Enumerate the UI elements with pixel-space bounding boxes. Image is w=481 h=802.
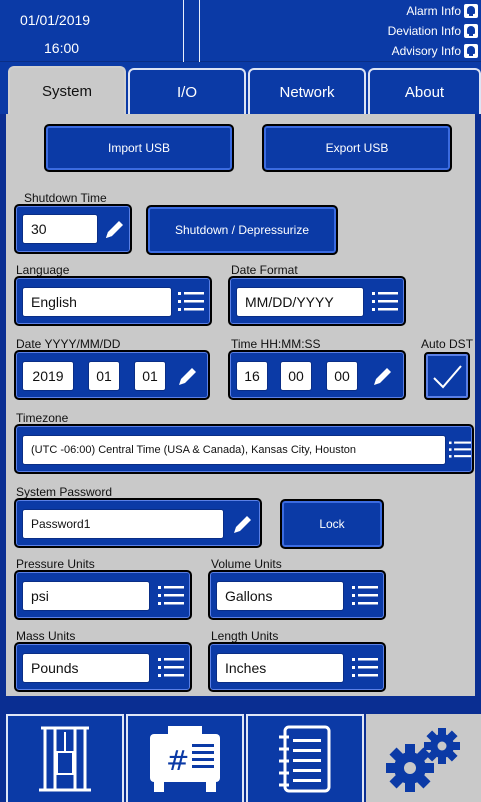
deviation-info-button[interactable]: Deviation Info <box>388 22 478 40</box>
list-menu-icon[interactable] <box>368 282 402 322</box>
date-format-label: Date Format <box>231 263 298 277</box>
language-field: English <box>14 276 212 326</box>
list-menu-icon[interactable] <box>348 576 382 616</box>
nav-notepad-button[interactable] <box>246 714 364 802</box>
list-menu-icon[interactable] <box>174 282 208 322</box>
volume-units-field: Gallons <box>208 570 386 620</box>
system-password-field: Password1 <box>14 498 262 548</box>
checkmark-icon <box>433 365 462 389</box>
alarm-info-label: Alarm Info <box>406 4 461 18</box>
language-select[interactable]: English <box>22 287 172 317</box>
alarm-info-button[interactable]: Alarm Info <box>406 2 478 20</box>
header-divider <box>186 0 200 62</box>
pencil-icon[interactable] <box>100 210 130 248</box>
auto-dst-checkbox[interactable] <box>424 352 470 400</box>
system-settings-panel: Import USB Export USB Shutdown Time 30 S… <box>6 114 475 696</box>
tab-system[interactable]: System <box>8 66 126 114</box>
language-label: Language <box>16 263 70 277</box>
volume-units-select[interactable]: Gallons <box>216 581 344 611</box>
time-label: Time HH:MM:SS <box>231 337 321 351</box>
nav-pump-button[interactable] <box>6 714 124 802</box>
timezone-select[interactable]: (UTC -06:00) Central Time (USA & Canada)… <box>22 435 446 465</box>
pencil-icon[interactable] <box>364 356 402 396</box>
advisory-info-label: Advisory Info <box>391 44 461 58</box>
timezone-label: Timezone <box>16 411 69 425</box>
shutdown-time-input[interactable]: 30 <box>22 214 98 244</box>
length-units-select[interactable]: Inches <box>216 653 344 683</box>
shutdown-time-field: 30 <box>14 204 132 254</box>
length-units-label: Length Units <box>211 629 279 643</box>
list-menu-icon[interactable] <box>348 648 382 688</box>
mass-units-label: Mass Units <box>16 629 76 643</box>
pressure-units-select[interactable]: psi <box>22 581 150 611</box>
datetime-panel: 01/01/2019 16:00 <box>6 0 184 62</box>
time-hour-input[interactable]: 16 <box>236 361 268 391</box>
date-label: Date YYYY/MM/DD <box>16 337 121 351</box>
volume-units-label: Volume Units <box>211 557 282 571</box>
list-menu-icon[interactable] <box>154 576 188 616</box>
bell-icon <box>464 4 478 18</box>
header-date: 01/01/2019 <box>20 12 91 28</box>
shutdown-time-label: Shutdown Time <box>24 191 107 205</box>
time-field: 16 00 00 <box>228 350 406 400</box>
svg-text:#: # <box>166 744 189 777</box>
date-field: 2019 01 01 <box>14 350 210 400</box>
nav-controller-button[interactable]: # <box>126 714 244 802</box>
notification-icon <box>464 44 478 58</box>
controller-icon: # <box>150 726 220 792</box>
deviation-info-label: Deviation Info <box>387 24 461 38</box>
date-day-input[interactable]: 01 <box>134 361 166 391</box>
date-month-input[interactable]: 01 <box>88 361 120 391</box>
gears-icon <box>385 728 460 792</box>
nav-settings-button[interactable] <box>366 714 481 802</box>
tab-about[interactable]: About <box>368 68 481 114</box>
pressure-units-field: psi <box>14 570 192 620</box>
bell-icon <box>464 24 478 38</box>
bottom-nav: # <box>0 714 481 802</box>
date-format-field: MM/DD/YYYY <box>228 276 406 326</box>
mass-units-select[interactable]: Pounds <box>22 653 150 683</box>
pump-rig-icon <box>39 726 91 792</box>
date-format-select[interactable]: MM/DD/YYYY <box>236 287 364 317</box>
status-header: 01/01/2019 16:00 Alarm Info Deviation In… <box>0 0 481 62</box>
lock-button[interactable]: Lock <box>280 499 384 549</box>
header-time: 16:00 <box>44 40 80 56</box>
advisory-info-button[interactable]: Advisory Info <box>392 42 478 60</box>
timezone-field: (UTC -06:00) Central Time (USA & Canada)… <box>14 424 474 474</box>
system-password-input[interactable]: Password1 <box>22 509 224 539</box>
pencil-icon[interactable] <box>226 504 260 544</box>
export-usb-button[interactable]: Export USB <box>262 124 452 172</box>
auto-dst-label: Auto DST <box>421 337 474 351</box>
tab-network[interactable]: Network <box>248 68 366 114</box>
length-units-field: Inches <box>208 642 386 692</box>
import-usb-button[interactable]: Import USB <box>44 124 234 172</box>
time-minute-input[interactable]: 00 <box>280 361 312 391</box>
shutdown-depressurize-button[interactable]: Shutdown / Depressurize <box>146 205 338 255</box>
list-menu-icon[interactable] <box>154 648 188 688</box>
list-menu-icon[interactable] <box>448 430 472 470</box>
mass-units-field: Pounds <box>14 642 192 692</box>
system-password-label: System Password <box>16 485 113 499</box>
date-year-input[interactable]: 2019 <box>22 361 74 391</box>
tab-io[interactable]: I/O <box>128 68 246 114</box>
notepad-icon <box>279 725 331 793</box>
tab-bar: System I/O Network About <box>0 62 481 114</box>
pencil-icon[interactable] <box>170 356 206 396</box>
time-second-input[interactable]: 00 <box>326 361 358 391</box>
pressure-units-label: Pressure Units <box>16 557 95 571</box>
